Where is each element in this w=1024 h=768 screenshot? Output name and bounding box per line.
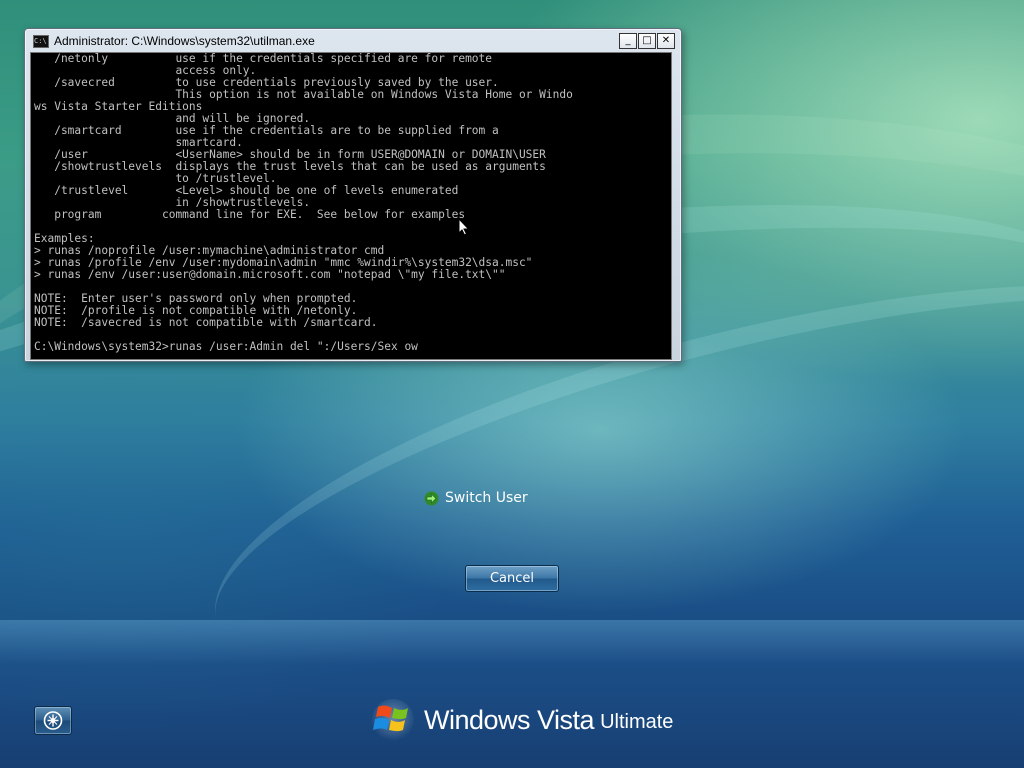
brand-name: Windows Vista <box>424 704 595 735</box>
console-line: program command line for EXE. See below … <box>34 208 466 221</box>
windows-logo-icon <box>372 699 414 741</box>
ease-of-access-button[interactable] <box>34 706 72 735</box>
minimize-button[interactable]: _ <box>619 33 637 49</box>
console-icon: C:\ <box>33 34 49 48</box>
switch-user-label: Switch User <box>445 490 528 506</box>
window-title: Administrator: C:\Windows\system32\utilm… <box>54 34 315 48</box>
ease-of-access-icon <box>43 711 63 730</box>
window-controls: _ □ ✕ <box>619 33 675 49</box>
brand-edition: Ultimate <box>600 711 674 733</box>
console-window[interactable]: C:\ Administrator: C:\Windows\system32\u… <box>24 28 682 362</box>
windows-vista-brand: Windows Vista Ultimate <box>370 698 673 742</box>
console-line: C:\Windows\system32>runas /user:Admin de… <box>34 340 418 353</box>
cancel-button[interactable]: Cancel <box>465 565 559 592</box>
console-line: > runas /env /user:user@domain.microsoft… <box>34 268 506 281</box>
green-arrow-icon <box>424 491 439 505</box>
close-button[interactable]: ✕ <box>657 33 675 49</box>
window-title-bar[interactable]: C:\ Administrator: C:\Windows\system32\u… <box>29 32 677 50</box>
console-output[interactable]: /netonly use if the credentials specifie… <box>30 52 672 360</box>
console-line: NOTE: /savecred is not compatible with /… <box>34 316 378 329</box>
logon-background: C:\ Administrator: C:\Windows\system32\u… <box>0 0 1024 768</box>
mouse-pointer-icon <box>458 218 470 236</box>
background-horizon <box>0 620 1024 768</box>
console-text: /netonly use if the credentials specifie… <box>31 53 671 353</box>
switch-user-link[interactable]: Switch User <box>424 490 528 506</box>
maximize-button[interactable]: □ <box>638 33 656 49</box>
